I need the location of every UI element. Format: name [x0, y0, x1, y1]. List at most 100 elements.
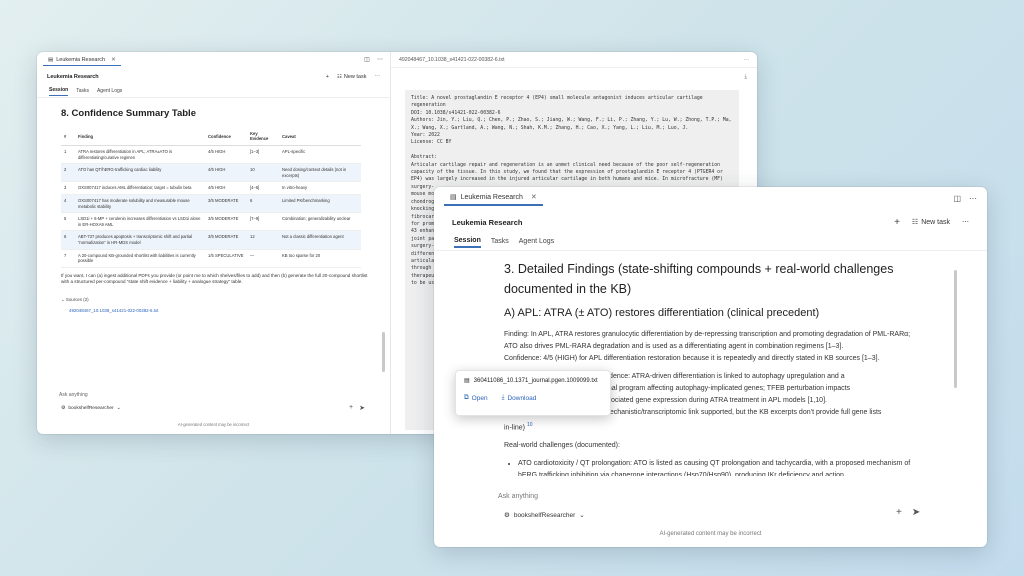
front-input-controls: + ➤: [896, 507, 920, 518]
download-icon: ⤓: [501, 394, 505, 401]
task-icon: ☷: [911, 219, 919, 226]
back-header: Leukemia Research + ☷ New task ⋯: [37, 68, 390, 86]
close-icon[interactable]: ✕: [531, 193, 537, 201]
table-cell: 4: [61, 194, 75, 214]
table-row: 5 LSD1i + 6-MP + cerulenin increases dif…: [61, 212, 361, 232]
col-header: Caveat: [279, 127, 361, 146]
more-icon[interactable]: ⋯: [376, 56, 384, 64]
front-window: ▤ Leukemia Research ✕ ◫ ⋯ Leukemia Resea…: [434, 187, 987, 547]
back-tabstrip: ▤ Leukemia Research ✕ ◫ ⋯: [37, 52, 390, 68]
document-icon: ▤: [464, 378, 470, 384]
tab-agent-logs[interactable]: Agent Logs: [97, 88, 122, 96]
confidence-table: # Finding Confidence Key Evidence Caveat…: [61, 127, 361, 268]
chevron-down-icon: ⌄: [61, 296, 65, 302]
tab-tasks[interactable]: Tasks: [491, 238, 509, 247]
more-icon[interactable]: ⋯: [962, 218, 969, 226]
col-header: Confidence: [205, 127, 247, 146]
front-tabstrip: ▤ Leukemia Research ✕ ◫ ⋯: [434, 187, 987, 209]
add-button[interactable]: +: [894, 217, 900, 228]
table-cell: KB too sparse for 20: [279, 249, 361, 268]
table-cell: Need dosing/context details (not in exce…: [279, 163, 361, 183]
section-title: 8. Confidence Summary Table: [61, 108, 196, 119]
sources-label: Sources (2): [65, 296, 89, 302]
findings-subheading: A) APL: ATRA (± ATO) restores differenti…: [504, 307, 820, 319]
table-cell: OXS007417 has moderate solubility and me…: [75, 194, 205, 214]
table-cell: [7–9]: [247, 212, 279, 232]
file-tabstrip: 492048467_10.1038_s41421-022-00382-6.txt…: [391, 52, 757, 68]
agent-icon: ⚙: [504, 512, 510, 519]
table-cell: 4/5 HIGH: [205, 181, 247, 195]
attach-plus-icon[interactable]: +: [349, 404, 353, 412]
sources-toggle[interactable]: ⌄ Sources (2): [61, 297, 368, 303]
open-icon: ⧉: [464, 394, 469, 401]
front-session-tab[interactable]: ▤ Leukemia Research ✕: [444, 190, 543, 206]
agent-icon: ⚙: [61, 406, 66, 411]
back-chat-content: 8. Confidence Summary Table # Finding Co…: [37, 98, 390, 313]
close-icon[interactable]: ✕: [111, 57, 116, 63]
send-icon[interactable]: ➤: [912, 507, 920, 518]
front-ask-input[interactable]: Ask anything: [498, 493, 538, 500]
new-task-button[interactable]: ☷ New task: [911, 218, 950, 227]
scrollbar[interactable]: [954, 270, 957, 388]
source-link[interactable]: 492048467_10.1038_s41421-022-00382-6.txt: [69, 308, 368, 313]
table-cell: 2: [61, 163, 75, 183]
table-row: 1 ATRA restores differentiation in APL; …: [61, 145, 361, 165]
scrollbar[interactable]: [382, 332, 385, 372]
table-cell: APL-specific: [279, 145, 361, 165]
chevron-down-icon: ⌄: [116, 406, 121, 411]
add-button[interactable]: +: [326, 74, 329, 80]
table-header-row: # Finding Confidence Key Evidence Caveat: [61, 127, 361, 146]
new-task-button[interactable]: ☷ New task: [337, 74, 367, 80]
table-cell: 3/5 MODERATE: [205, 194, 247, 214]
table-cell: —: [247, 249, 279, 268]
col-header: Key Evidence: [247, 127, 279, 146]
table-cell: [1–3]: [247, 145, 279, 165]
citation-link[interactable]: 10: [527, 422, 533, 428]
document-icon: ▤: [450, 194, 457, 201]
open-button[interactable]: ⧉ Open: [464, 394, 488, 402]
front-header: Leukemia Research + ☷ New task ⋯: [434, 209, 987, 235]
file-tab[interactable]: 492048467_10.1038_s41421-022-00382-6.txt: [399, 57, 505, 63]
list-item: ATO cardiotoxicity / QT prolongation: AT…: [518, 458, 924, 476]
more-icon[interactable]: ⋯: [969, 194, 977, 203]
front-tab-label: Leukemia Research: [460, 193, 523, 201]
front-nav-tabs: Session Tasks Agent Logs: [434, 235, 987, 251]
front-disclaimer: AI-generated content may be incorrect: [659, 531, 762, 537]
back-chat-pane: ▤ Leukemia Research ✕ ◫ ⋯ Leukemia Resea…: [37, 52, 390, 434]
attach-plus-icon[interactable]: +: [896, 507, 902, 518]
download-button[interactable]: ⤓ Download: [502, 394, 537, 402]
table-cell: 3/5 MODERATE: [205, 212, 247, 232]
popup-filename-row: ▤ 360411086_10.1371_journal.pgen.1009099…: [464, 377, 602, 385]
tab-session[interactable]: Session: [49, 87, 69, 96]
table-cell: OXS007417 induces AML differentiation; t…: [75, 181, 205, 195]
table-cell: 12: [247, 230, 279, 250]
split-view-icon[interactable]: ◫: [953, 194, 961, 203]
tab-agent-logs[interactable]: Agent Logs: [519, 238, 554, 247]
table-row: 3 OXS007417 induces AML differentiation;…: [61, 181, 361, 195]
front-agent-selector[interactable]: ⚙ bookshelfResearcher ⌄: [504, 511, 585, 520]
challenges-list: ATO cardiotoxicity / QT prolongation: AT…: [504, 458, 924, 476]
table-cell: 6: [61, 230, 75, 250]
split-view-icon[interactable]: ◫: [363, 56, 371, 64]
back-session-tab[interactable]: ▤ Leukemia Research ✕: [43, 55, 121, 66]
send-icon[interactable]: ➤: [359, 404, 365, 412]
download-icon[interactable]: ⤓: [744, 74, 747, 81]
back-tab-label: Leukemia Research: [56, 56, 106, 63]
more-icon[interactable]: ⋯: [375, 74, 381, 80]
popup-filename: 360411086_10.1371_journal.pgen.1009099.t…: [473, 377, 598, 384]
tab-tasks[interactable]: Tasks: [76, 88, 89, 96]
table-row: 4 OXS007417 has moderate solubility and …: [61, 194, 361, 214]
tab-session[interactable]: Session: [454, 237, 481, 248]
chevron-down-icon: ⌄: [579, 512, 585, 519]
back-page-title: Leukemia Research: [47, 74, 99, 80]
table-cell: A 20-compound KB-grounded shortlist with…: [75, 249, 205, 268]
table-cell: ABT-737 produces apoptosis + transcripto…: [75, 230, 205, 250]
table-row: 2 ATO has QT/hERG-trafficking cardiac li…: [61, 163, 361, 183]
back-disclaimer: AI-generated content may be incorrect: [177, 422, 250, 427]
back-ask-input[interactable]: Ask anything: [59, 392, 377, 398]
table-cell: ATO has QT/hERG-trafficking cardiac liab…: [75, 163, 205, 183]
more-icon[interactable]: ⋯: [744, 57, 749, 63]
back-agent-selector[interactable]: ⚙ bookshelfResearcher ⌄: [61, 406, 121, 411]
front-page-title: Leukemia Research: [452, 217, 523, 227]
table-cell: 3: [61, 181, 75, 195]
